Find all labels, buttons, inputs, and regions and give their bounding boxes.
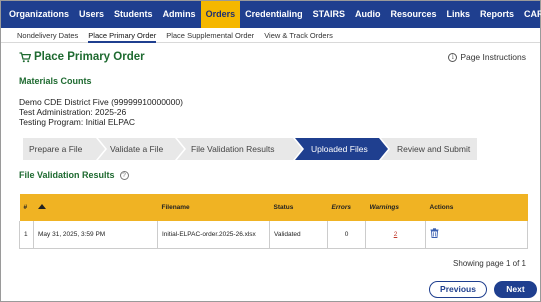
nav-resources[interactable]: Resources <box>385 1 441 28</box>
col-status: Status <box>269 194 328 221</box>
page-title-text: Place Primary Order <box>34 51 145 63</box>
row-date: May 31, 2025, 3:59 PM <box>33 221 158 249</box>
sub-navigation: Nondelivery Dates Place Primary Order Pl… <box>1 28 540 43</box>
col-filename: Filename <box>157 194 270 221</box>
results-heading-text: File Validation Results <box>19 170 115 180</box>
testing-program: Testing Program: Initial ELPAC <box>19 117 136 127</box>
row-actions <box>425 221 528 249</box>
row-number: 1 <box>19 221 34 249</box>
subnav-place-primary-order[interactable]: Place Primary Order <box>88 28 157 43</box>
step-prepare-file[interactable]: Prepare a File <box>23 138 105 160</box>
top-navigation: Organizations Users Students Admins Orde… <box>1 1 541 28</box>
col-actions: Actions <box>425 194 528 221</box>
row-status: Validated <box>269 221 328 249</box>
sort-ascending-icon <box>37 204 46 209</box>
page-header: Place Primary Order i Page Instructions <box>19 49 526 65</box>
nav-admins[interactable]: Admins <box>158 1 201 28</box>
nav-links[interactable]: Links <box>441 1 475 28</box>
subnav-place-supplemental-order[interactable]: Place Supplemental Order <box>166 28 254 43</box>
col-warnings: Warnings <box>365 194 426 221</box>
step-review-submit[interactable]: Review and Submit <box>381 138 477 160</box>
nav-students[interactable]: Students <box>109 1 158 28</box>
nav-users[interactable]: Users <box>74 1 109 28</box>
order-details: Demo CDE District Five (99999910000000) … <box>19 97 183 127</box>
progress-steps: Prepare a File Validate a File File Vali… <box>23 138 483 160</box>
col-date-sort[interactable] <box>33 194 158 221</box>
nav-stairs[interactable]: STAIRS <box>308 1 350 28</box>
step-validate-file[interactable]: Validate a File <box>98 138 184 160</box>
info-icon: i <box>448 52 458 62</box>
row-warnings-link[interactable]: 2 <box>394 231 398 238</box>
step-file-validation-results[interactable]: File Validation Results <box>177 138 302 160</box>
row-errors: 0 <box>327 221 366 249</box>
page-instructions-link[interactable]: i Page Instructions <box>448 52 526 62</box>
page-instructions-label: Page Instructions <box>460 52 526 62</box>
materials-counts-heading: Materials Counts <box>19 76 92 86</box>
cart-icon <box>19 51 31 62</box>
next-button[interactable]: Next <box>494 281 537 298</box>
trash-icon[interactable] <box>430 228 439 239</box>
col-number: # <box>19 194 34 221</box>
nav-orders[interactable]: Orders <box>200 1 241 28</box>
nav-cars[interactable]: CARS <box>519 1 541 28</box>
nav-credentialing[interactable]: Credentialing <box>240 1 308 28</box>
help-icon[interactable]: ? <box>119 170 129 180</box>
row-warnings-cell: 2 <box>365 221 426 249</box>
results-table: # Filename Status Errors Warnings Action… <box>19 194 528 249</box>
subnav-view-track-orders[interactable]: View & Track Orders <box>264 28 333 43</box>
nav-audio[interactable]: Audio <box>350 1 386 28</box>
district-name: Demo CDE District Five (99999910000000) <box>19 97 183 107</box>
file-validation-results-heading: File Validation Results ? <box>19 170 129 180</box>
test-administration: Test Administration: 2025-26 <box>19 107 127 117</box>
nav-organizations[interactable]: Organizations <box>4 1 74 28</box>
step-uploaded-files[interactable]: Uploaded Files <box>295 138 388 160</box>
nav-reports[interactable]: Reports <box>475 1 519 28</box>
page-title: Place Primary Order <box>19 51 145 63</box>
subnav-nondelivery-dates[interactable]: Nondelivery Dates <box>17 28 78 43</box>
previous-button[interactable]: Previous <box>429 281 487 298</box>
table-row: 1 May 31, 2025, 3:59 PM Initial-ELPAC-or… <box>19 221 528 249</box>
row-filename: Initial-ELPAC-order.2025-26.xlsx <box>157 221 270 249</box>
paging-status: Showing page 1 of 1 <box>453 259 526 268</box>
col-errors: Errors <box>327 194 366 221</box>
